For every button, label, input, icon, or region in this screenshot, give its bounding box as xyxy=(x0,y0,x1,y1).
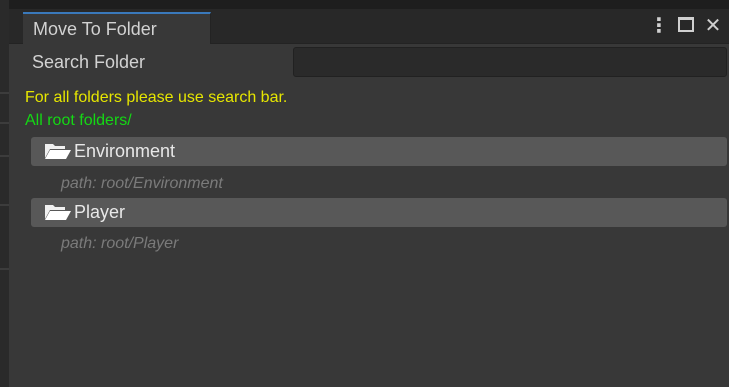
background-streak xyxy=(0,155,9,157)
search-folder-label: Search Folder xyxy=(32,52,146,72)
folder-name: Environment xyxy=(74,141,176,161)
folder-item-player[interactable]: Player xyxy=(31,198,727,227)
folder-name: Player xyxy=(74,202,126,222)
folder-path: path: root/Environment xyxy=(61,175,223,192)
window-tab-bar: Move To Folder ⋮ ✕ xyxy=(9,9,729,44)
editor-background-top xyxy=(0,0,729,9)
folder-open-icon xyxy=(45,204,71,220)
background-streak xyxy=(0,204,9,206)
editor-background-left xyxy=(0,0,9,387)
background-streak xyxy=(0,122,9,124)
folder-path: path: root/Player xyxy=(61,235,179,252)
folder-item-environment[interactable]: Environment xyxy=(31,137,727,166)
search-folder-input[interactable] xyxy=(293,47,727,77)
close-icon[interactable]: ✕ xyxy=(701,9,725,43)
tab-move-to-folder[interactable]: Move To Folder xyxy=(23,12,211,44)
background-streak xyxy=(0,268,9,270)
maximize-icon[interactable] xyxy=(675,9,697,43)
folder-open-icon xyxy=(45,143,71,159)
move-to-folder-window: Move To Folder ⋮ ✕ Search Folder For all… xyxy=(9,9,729,387)
kebab-menu-icon[interactable]: ⋮ xyxy=(649,9,669,43)
search-hint-text: For all folders please use search bar. xyxy=(25,89,288,106)
root-folders-path: All root folders/ xyxy=(25,112,132,129)
background-streak xyxy=(0,92,9,94)
